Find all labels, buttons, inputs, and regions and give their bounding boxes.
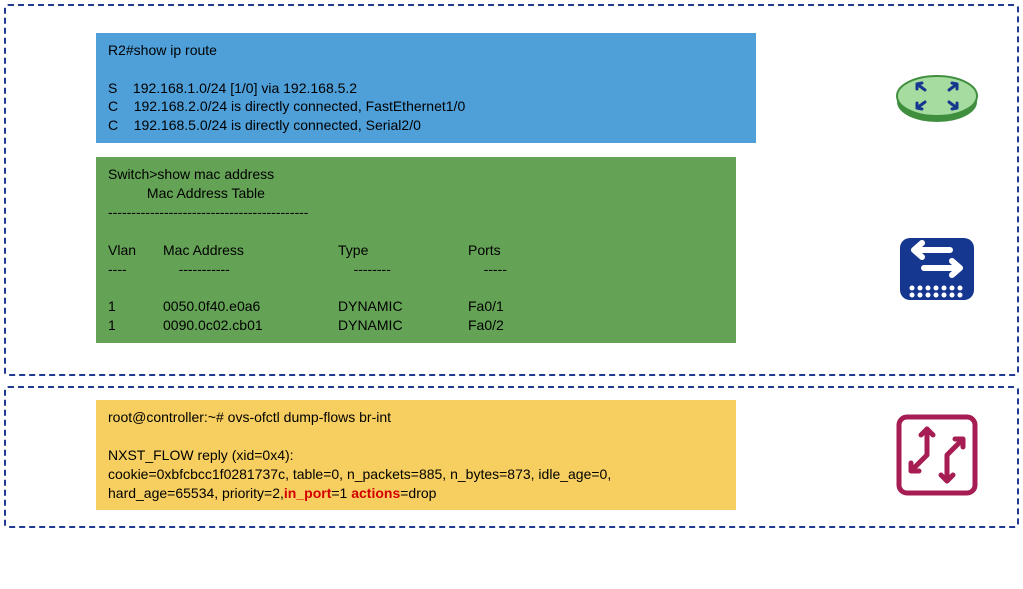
mac-separator: ----------------------------------------… [108, 204, 308, 220]
mac-cell-port: Fa0/1 [468, 297, 548, 316]
openflow-switch-icon [895, 413, 979, 497]
mac-address-table-terminal: Switch>show mac address Mac Address Tabl… [96, 157, 736, 343]
openflow-panel: root@controller:~# ovs-ofctl dump-flows … [4, 386, 1019, 528]
ovs-actions-value: =drop [400, 485, 436, 501]
mac-cell-vlan: 1 [108, 316, 163, 335]
mac-cell-vlan: 1 [108, 297, 163, 316]
mac-col-header: Mac Address [163, 241, 338, 260]
mac-col-header: Type [338, 241, 468, 260]
mac-col-header: Vlan [108, 241, 163, 260]
route-entry-text: 192.168.1.0/24 [1/0] via 192.168.5.2 [133, 80, 357, 96]
mac-col-dash: ---- [108, 260, 163, 279]
mac-cell-mac: 0090.0c02.cb01 [163, 316, 338, 335]
ovs-terminal-column: root@controller:~# ovs-ofctl dump-flows … [96, 400, 837, 510]
ovs-in-port-label: in_port [284, 485, 331, 501]
mac-header-row: VlanMac AddressTypePorts [108, 242, 548, 258]
mac-cell-type: DYNAMIC [338, 316, 468, 335]
traditional-icons-column [877, 18, 997, 358]
ovs-reply-header: NXST_FLOW reply (xid=0x4): [108, 446, 724, 465]
ovs-prompt: root@controller:~# ovs-ofctl dump-flows … [108, 408, 724, 427]
switch-icon [892, 228, 982, 308]
router-icon [892, 68, 982, 128]
ovs-flows-terminal: root@controller:~# ovs-ofctl dump-flows … [96, 400, 736, 510]
route-entry-text: 192.168.2.0/24 is directly connected, Fa… [134, 98, 466, 114]
mac-table-row: 10090.0c02.cb01DYNAMICFa0/2 [108, 317, 548, 333]
mac-cell-mac: 0050.0f40.e0a6 [163, 297, 338, 316]
ovs-actions-label: actions [351, 485, 400, 501]
mac-col-dash: ----------- [179, 260, 354, 279]
mac-cell-port: Fa0/2 [468, 316, 548, 335]
route-prompt: R2#show ip route [108, 42, 217, 58]
traditional-terminals-column: R2#show ip route S 192.168.1.0/24 [1/0] … [96, 33, 837, 343]
mac-col-header: Ports [468, 241, 548, 260]
route-entry-code: C [108, 98, 118, 114]
mac-table-row: 10050.0f40.e0a6DYNAMICFa0/1 [108, 298, 548, 314]
traditional-devices-panel: R2#show ip route S 192.168.1.0/24 [1/0] … [4, 4, 1019, 376]
ovs-flow-body: cookie=0xbfcbcc1f0281737c, table=0, n_pa… [108, 465, 724, 503]
ovs-icon-column [877, 413, 997, 497]
mac-title: Mac Address Table [147, 185, 265, 201]
route-entry-text: 192.168.5.0/24 is directly connected, Se… [134, 117, 421, 133]
mac-dash-row: ---- ------------------------ [108, 261, 564, 277]
mac-prompt: Switch>show mac address [108, 166, 274, 182]
mac-cell-type: DYNAMIC [338, 297, 468, 316]
ovs-in-port-value: =1 [331, 485, 351, 501]
routing-table-terminal: R2#show ip route S 192.168.1.0/24 [1/0] … [96, 33, 756, 143]
mac-col-dash: -------- [354, 260, 484, 279]
route-entry-code: S [108, 80, 117, 96]
route-entry-code: C [108, 117, 118, 133]
mac-col-dash: ----- [484, 260, 564, 279]
